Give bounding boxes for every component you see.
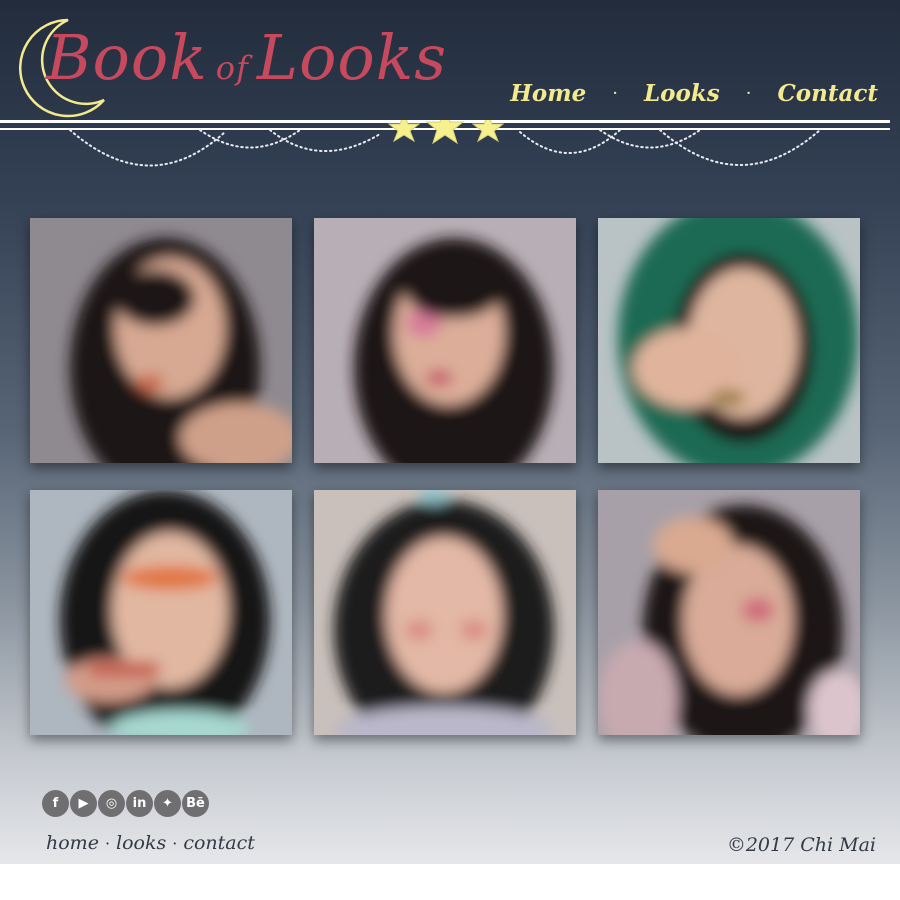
logo-word-looks: Looks bbox=[256, 21, 448, 94]
star-icon bbox=[387, 120, 421, 143]
footer-contact-link[interactable]: contact bbox=[183, 832, 255, 854]
instagram-icon[interactable]: ◎ bbox=[98, 790, 125, 817]
star-icon bbox=[471, 120, 505, 143]
nav-looks-link[interactable]: Looks bbox=[644, 80, 720, 107]
nav-separator: · bbox=[745, 83, 752, 104]
footer-separator: · bbox=[104, 834, 111, 853]
look-photo-4[interactable] bbox=[30, 490, 292, 735]
site-logo[interactable]: Book of Looks bbox=[6, 14, 476, 118]
look-photo-6[interactable] bbox=[598, 490, 860, 735]
facebook-icon[interactable]: f bbox=[42, 790, 69, 817]
portrait-image bbox=[598, 490, 860, 735]
social-links: f ▶ ◎ in ✦ Bē bbox=[42, 790, 210, 817]
footer-nav: home · looks · contact bbox=[46, 832, 255, 854]
nav-contact-link[interactable]: Contact bbox=[777, 80, 878, 107]
linkedin-icon[interactable]: in bbox=[126, 790, 153, 817]
portrait-image bbox=[314, 490, 576, 735]
main-nav: Home · Looks · Contact bbox=[510, 80, 878, 107]
look-photo-1[interactable] bbox=[30, 218, 292, 463]
page: Book of Looks Home · Looks · Contact f ▶… bbox=[0, 0, 900, 864]
garland-decoration bbox=[69, 120, 821, 167]
nav-home-link[interactable]: Home bbox=[510, 80, 586, 107]
look-photo-3[interactable] bbox=[598, 218, 860, 463]
logo-word-book: Book bbox=[46, 21, 208, 94]
youtube-icon[interactable]: ▶ bbox=[70, 790, 97, 817]
portrait-image bbox=[30, 490, 292, 735]
nav-separator: · bbox=[612, 83, 618, 104]
look-photo-5[interactable] bbox=[314, 490, 576, 735]
portrait-image bbox=[30, 218, 292, 463]
look-photo-2[interactable] bbox=[314, 218, 576, 463]
logo-title: Book of Looks bbox=[46, 20, 447, 106]
footer-home-link[interactable]: home bbox=[46, 832, 99, 854]
footer-separator: · bbox=[172, 834, 178, 853]
twitter-icon[interactable]: ✦ bbox=[154, 790, 181, 817]
star-icon bbox=[425, 120, 465, 145]
portrait-image bbox=[598, 218, 860, 463]
portrait-image bbox=[314, 218, 576, 463]
logo-word-of: of bbox=[215, 49, 249, 87]
footer-looks-link[interactable]: looks bbox=[116, 832, 166, 854]
behance-icon[interactable]: Bē bbox=[182, 790, 209, 817]
copyright-text: ©2017 Chi Mai bbox=[726, 834, 876, 856]
